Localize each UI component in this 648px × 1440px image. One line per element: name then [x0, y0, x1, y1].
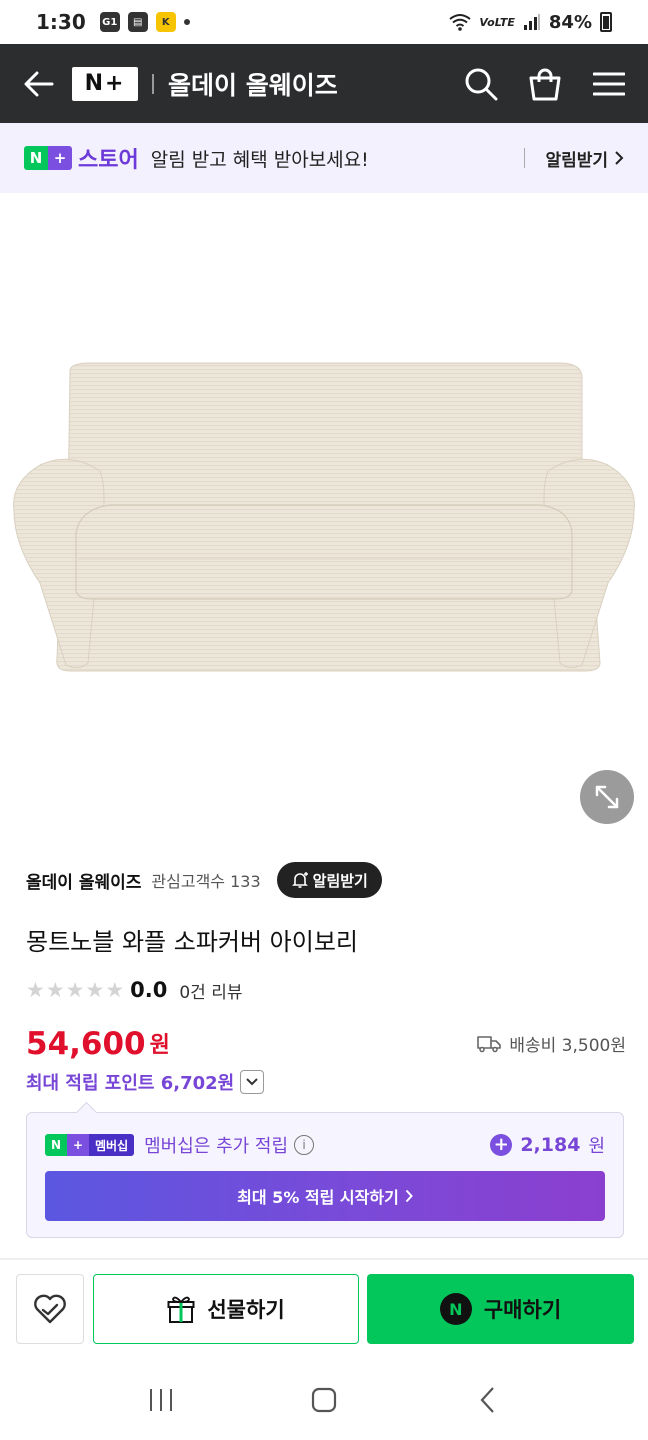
more-notifications-icon — [183, 19, 190, 25]
start-membership-label: 최대 5% 적립 시작하기 — [237, 1188, 399, 1207]
hamburger-menu-icon — [593, 72, 625, 95]
wifi-icon — [449, 14, 472, 31]
star-icon: ★ — [45, 977, 65, 1002]
membership-points-unit: 원 — [588, 1136, 605, 1157]
home-icon — [311, 1387, 337, 1413]
plus-circle-icon: + — [490, 1134, 513, 1156]
promo-message: 알림 받고 혜택 받아보세요! — [150, 148, 369, 171]
store-name[interactable]: 올데이 올웨이즈 — [168, 66, 338, 102]
start-membership-button[interactable]: 최대 5% 적립 시작하기 — [45, 1171, 605, 1221]
back-chevron-icon — [480, 1387, 494, 1413]
badge-n: N — [45, 1134, 67, 1156]
receive-alarm-label: 알림받기 — [545, 150, 608, 171]
naver-pay-icon: N — [439, 1293, 472, 1325]
battery-percent: 84% — [548, 11, 592, 33]
back-arrow-icon — [24, 71, 54, 96]
chevron-right-icon — [405, 1189, 413, 1203]
recent-apps-button[interactable] — [136, 1375, 186, 1425]
star-icon: ★ — [105, 977, 125, 1002]
gift-icon — [167, 1296, 195, 1323]
receive-alarm-link[interactable]: 알림받기 — [545, 146, 624, 171]
price: 54,600 — [26, 1026, 146, 1062]
badge-n: N — [24, 146, 48, 170]
system-back-button[interactable] — [462, 1375, 512, 1425]
price-unit: 원 — [149, 1033, 170, 1058]
membership-header: N + 멤버십 멤버십은 추가 적립 i + 2,184 원 — [45, 1131, 605, 1159]
product-title: 몽트노블 와플 소파커버 아이보리 — [26, 928, 359, 956]
search-icon — [465, 68, 498, 100]
store-label: 스토어 — [78, 148, 139, 173]
gift-button[interactable]: 선물하기 — [93, 1274, 359, 1344]
rating-value: 0.0 — [130, 978, 168, 1002]
expand-image-button[interactable] — [580, 770, 634, 824]
info-icon[interactable]: i — [294, 1135, 315, 1155]
badge-plus: + — [48, 146, 72, 170]
wishlist-button[interactable] — [16, 1274, 84, 1344]
heart-check-icon — [34, 1294, 66, 1324]
buy-label: 구매하기 — [483, 1298, 562, 1322]
status-bar: 1:30 G1 ▤ K VoLTE 84% — [0, 0, 648, 44]
back-button[interactable] — [22, 67, 56, 101]
seller-alarm-label: 알림받기 — [312, 871, 368, 890]
status-time: 1:30 — [36, 10, 86, 34]
logo-divider — [152, 73, 154, 94]
bell-plus-icon — [291, 872, 308, 888]
chevron-right-icon — [615, 151, 624, 165]
system-indicators: VoLTE 84% — [449, 12, 612, 33]
expand-arrows-icon — [595, 785, 619, 809]
cart-button[interactable] — [528, 67, 562, 101]
volte-icon: VoLTE — [479, 15, 515, 29]
star-rating: ★ ★ ★ ★ ★ — [26, 977, 125, 1002]
battery-icon — [600, 12, 612, 32]
badge-membership-label: 멤버십 — [89, 1134, 135, 1156]
gift-label: 선물하기 — [207, 1298, 285, 1322]
app-notification-icon: G1 — [99, 12, 120, 32]
follower-count: 관심고객수 133 — [151, 872, 261, 891]
sofa-cover-photo — [13, 362, 635, 672]
chevron-down-icon — [246, 1078, 258, 1086]
kakao-notification-icon: K — [155, 12, 176, 32]
recent-apps-icon — [150, 1389, 173, 1411]
nplus-store-badge: N + — [24, 146, 72, 170]
home-button[interactable] — [299, 1375, 349, 1425]
search-button[interactable] — [464, 67, 498, 101]
shipping-fee: 배송비 3,500원 — [477, 1031, 626, 1056]
shopping-bag-icon — [529, 68, 561, 100]
star-icon: ★ — [85, 977, 105, 1002]
header-actions — [464, 67, 626, 101]
price-row: 54,600 원 배송비 3,500원 — [26, 1022, 626, 1062]
top-header: N+ 올데이 올웨이즈 — [0, 44, 648, 123]
points-expand-toggle[interactable] — [240, 1070, 265, 1094]
membership-box: N + 멤버십 멤버십은 추가 적립 i + 2,184 원 최대 5% 적립 … — [26, 1112, 624, 1238]
badge-plus: + — [67, 1134, 89, 1156]
purchase-bar: 선물하기 N 구매하기 — [0, 1260, 648, 1360]
system-nav-bar — [0, 1360, 648, 1440]
membership-points-value: 2,184 — [520, 1134, 581, 1156]
buy-button[interactable]: N 구매하기 — [367, 1274, 634, 1344]
seller-alarm-button[interactable]: 알림받기 — [276, 862, 382, 898]
membership-text: 멤버십은 추가 적립 — [144, 1136, 289, 1157]
delivery-truck-icon — [477, 1035, 502, 1052]
seller-name[interactable]: 올데이 올웨이즈 — [26, 868, 141, 893]
star-icon: ★ — [65, 977, 85, 1002]
max-points-text: 최대 적립 포인트 6,702원 — [26, 1073, 235, 1094]
membership-points: + 2,184 원 — [490, 1132, 605, 1158]
news-notification-icon: ▤ — [127, 12, 148, 32]
promo-divider — [524, 148, 526, 168]
naver-plus-logo[interactable]: N+ — [72, 66, 138, 101]
max-points-row: 최대 적립 포인트 6,702원 — [26, 1068, 265, 1096]
menu-button[interactable] — [592, 67, 626, 101]
review-count[interactable]: 0건 리뷰 — [179, 978, 242, 1003]
store-alarm-banner[interactable]: N + 스토어 알림 받고 혜택 받아보세요! 알림받기 — [0, 123, 648, 193]
notification-icons: G1 ▤ K — [99, 12, 190, 32]
product-image[interactable] — [0, 193, 648, 838]
shipping-fee-text: 배송비 3,500원 — [509, 1036, 626, 1056]
rating-row[interactable]: ★ ★ ★ ★ ★ 0.0 0건 리뷰 — [26, 976, 242, 1004]
signal-icon — [523, 14, 540, 30]
nplus-membership-badge: N + 멤버십 — [45, 1134, 135, 1156]
star-icon: ★ — [26, 977, 45, 1002]
seller-info: 올데이 올웨이즈 관심고객수 133 알림받기 — [26, 862, 382, 898]
